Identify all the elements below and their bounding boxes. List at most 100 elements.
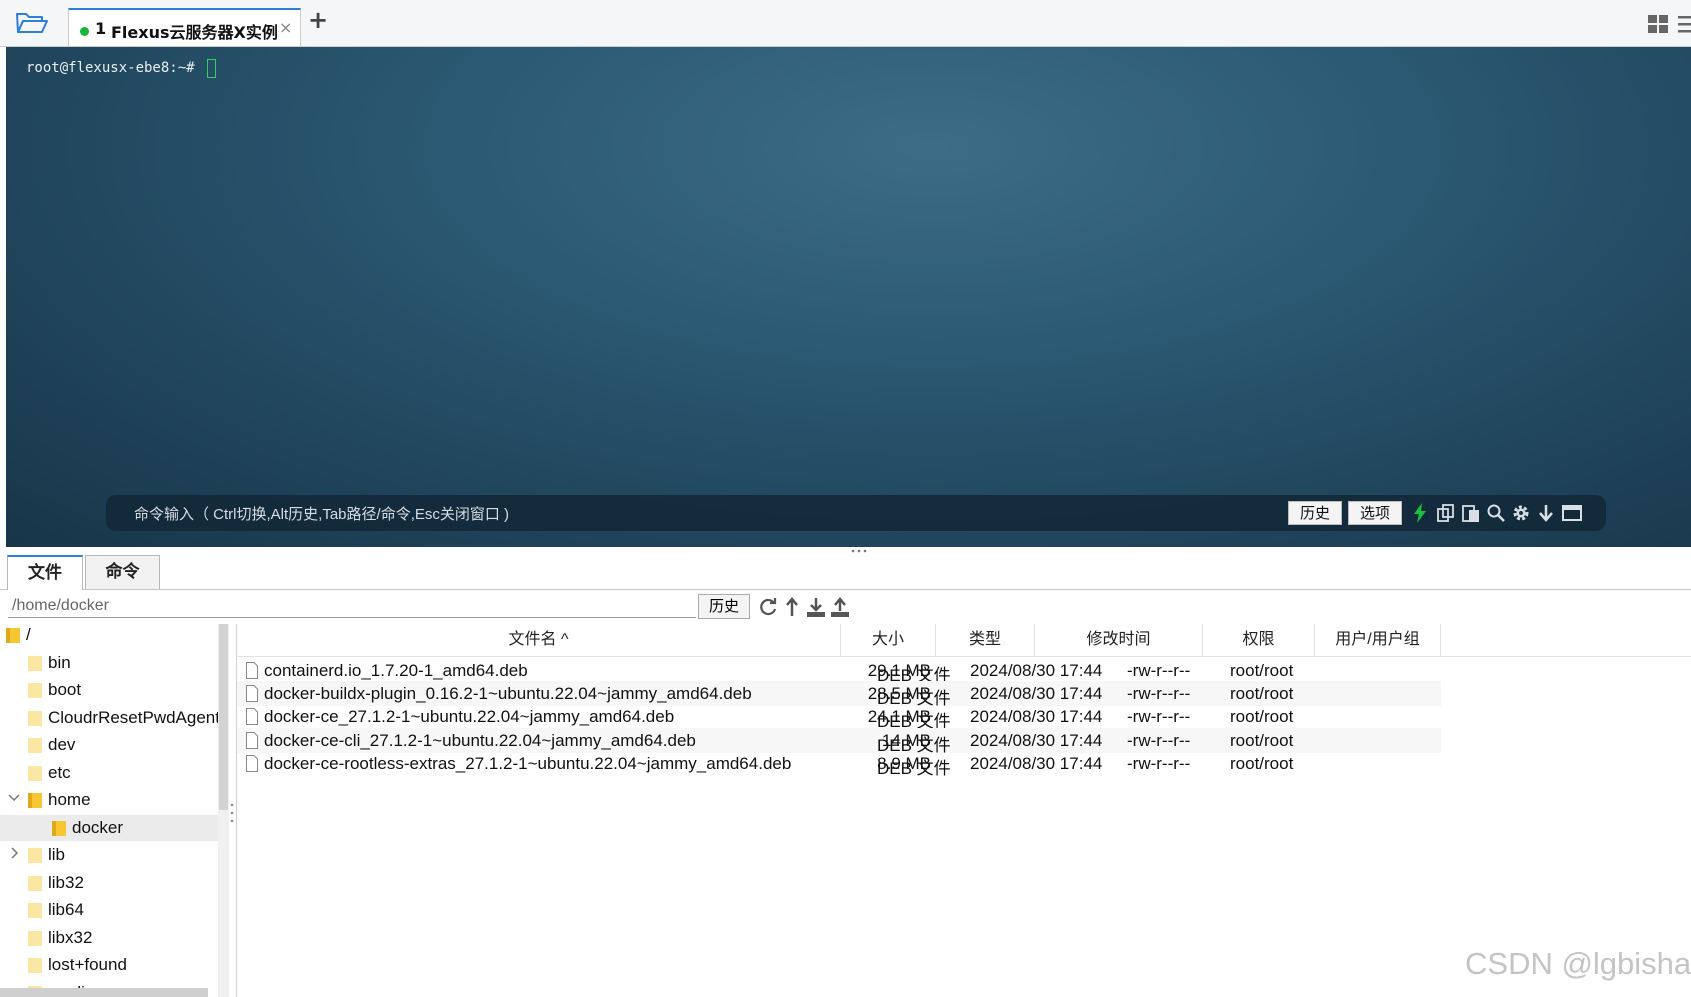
- folder-icon: [28, 654, 42, 672]
- command-input-bar: 历史 选项: [106, 495, 1606, 531]
- folder-icon: [28, 901, 42, 919]
- cell-mtime: 2024/08/30 17:44: [970, 753, 1103, 773]
- up-dir-icon[interactable]: [782, 596, 802, 618]
- tree-item[interactable]: dev: [0, 732, 218, 758]
- tree-item[interactable]: home: [0, 787, 218, 813]
- column-header-permissions[interactable]: 权限: [1203, 624, 1315, 656]
- tree-item-label: libx32: [48, 927, 93, 947]
- paste-icon[interactable]: [1461, 503, 1481, 523]
- cell-name: docker-buildx-plugin_0.16.2-1~ubuntu.22.…: [264, 684, 752, 704]
- cell-perm: -rw-r--r--: [1127, 661, 1191, 680]
- column-header-type[interactable]: 类型: [936, 624, 1035, 656]
- cell-perm: -rw-r--r--: [1127, 707, 1191, 727]
- cell-name: docker-ce-cli_27.1.2-1~ubuntu.22.04~jamm…: [264, 730, 696, 750]
- cell-name: containerd.io_1.7.20-1_amd64.deb: [264, 661, 528, 680]
- tree-item-label: lib: [48, 845, 66, 864]
- tree-item-label: /: [26, 625, 31, 644]
- cell-owner: root/root: [1230, 661, 1294, 680]
- download-arrow-icon[interactable]: [1536, 503, 1556, 523]
- path-history-button[interactable]: 历史: [698, 594, 750, 619]
- cell-perm: -rw-r--r--: [1127, 753, 1191, 773]
- tab-title: Flexus云服务器X实例: [111, 23, 278, 42]
- session-tab[interactable]: 1 Flexus云服务器X实例 ×: [68, 8, 301, 46]
- terminal-area[interactable]: root@flexusx-ebe8:~# 历史 选项: [6, 47, 1691, 547]
- layout-grid-icon[interactable]: [1648, 15, 1668, 33]
- close-icon[interactable]: ×: [279, 18, 292, 37]
- folder-icon: [28, 874, 42, 892]
- watermark: CSDN @lgbisha: [1465, 946, 1691, 981]
- tree-horizontal-scrollbar[interactable]: [0, 988, 208, 997]
- column-header-owner[interactable]: 用户/用户组: [1315, 624, 1441, 656]
- tree-item[interactable]: bin: [0, 650, 218, 676]
- search-icon[interactable]: [1486, 503, 1506, 523]
- cell-mtime: 2024/08/30 17:44: [970, 684, 1103, 704]
- upload-icon[interactable]: [830, 596, 850, 618]
- column-header-size[interactable]: 大小: [841, 624, 936, 656]
- file-icon: [246, 708, 258, 726]
- column-header-name[interactable]: 文件名 ^: [237, 624, 841, 656]
- path-input[interactable]: [8, 594, 696, 618]
- file-icon: [246, 662, 258, 679]
- folder-icon: [28, 764, 42, 782]
- folder-icon: [52, 819, 66, 837]
- cell-owner: root/root: [1230, 707, 1294, 727]
- tree-splitter-handle[interactable]: [230, 800, 234, 826]
- gear-icon[interactable]: [1511, 503, 1531, 523]
- add-tab-button[interactable]: +: [308, 8, 328, 32]
- tree-item[interactable]: lib: [0, 842, 218, 868]
- chevron-down-icon[interactable]: [8, 791, 20, 805]
- tree-item-label: CloudrResetPwdAgent: [48, 707, 218, 727]
- tree-item-label: etc: [48, 762, 71, 782]
- command-input[interactable]: [132, 503, 1286, 525]
- table-row[interactable]: docker-ce-rootless-extras_27.1.2-1~ubunt…: [237, 751, 1441, 778]
- tree-item-label: bin: [48, 652, 71, 672]
- command-options-button[interactable]: 选项: [1348, 501, 1402, 525]
- open-folder-icon[interactable]: [14, 10, 50, 36]
- tree-item[interactable]: CloudrResetPwdAgent: [0, 705, 218, 731]
- terminal-prompt: root@flexusx-ebe8:~#: [26, 60, 195, 76]
- tree-item[interactable]: etc: [0, 760, 218, 786]
- table-header: 文件名 ^ 大小 类型 修改时间 权限 用户/用户组: [237, 624, 1691, 657]
- tree-item[interactable]: lib32: [0, 870, 218, 896]
- command-history-button[interactable]: 历史: [1288, 501, 1342, 525]
- tree-item[interactable]: /: [0, 624, 218, 648]
- maximize-icon[interactable]: [1562, 503, 1582, 523]
- tab-commands[interactable]: 命令: [85, 555, 160, 589]
- tab-bar: 1 Flexus云服务器X实例 × +: [0, 0, 1691, 47]
- cell-name: docker-ce_27.1.2-1~ubuntu.22.04~jammy_am…: [264, 707, 675, 727]
- file-icon: [246, 685, 258, 703]
- tree-item-label: lost+found: [48, 955, 127, 974]
- table-row[interactable]: docker-ce_27.1.2-1~ubuntu.22.04~jammy_am…: [237, 704, 1441, 731]
- cell-owner: root/root: [1230, 730, 1294, 750]
- cell-owner: root/root: [1230, 684, 1294, 704]
- tree-item[interactable]: docker: [0, 814, 218, 841]
- tree-item[interactable]: boot: [0, 677, 218, 703]
- download-icon[interactable]: [806, 596, 826, 618]
- folder-icon: [28, 709, 42, 727]
- directory-tree: / bin boot CloudrResetPwdAgent dev etc home doc…: [0, 624, 218, 997]
- table-row[interactable]: docker-ce-cli_27.1.2-1~ubuntu.22.04~jamm…: [237, 727, 1441, 755]
- table-row[interactable]: containerd.io_1.7.20-1_amd64.deb 29.1 MB D…: [237, 658, 1441, 685]
- table-row[interactable]: docker-buildx-plugin_0.16.2-1~ubuntu.22.…: [237, 681, 1441, 708]
- tree-item-label: docker: [72, 817, 124, 837]
- file-icon: [246, 731, 258, 749]
- lightning-icon[interactable]: [1410, 503, 1430, 523]
- tab-files[interactable]: 文件: [7, 555, 83, 590]
- panel-splitter-handle[interactable]: [850, 548, 868, 554]
- cell-perm: -rw-r--r--: [1127, 684, 1191, 704]
- tree-item[interactable]: libx32: [0, 925, 218, 951]
- copy-icon[interactable]: [1436, 503, 1456, 523]
- menu-icon[interactable]: [1678, 15, 1691, 33]
- panel-tabs: 文件 命令: [0, 555, 1691, 590]
- tree-item[interactable]: lost+found: [0, 952, 218, 978]
- cell-name: docker-ce-rootless-extras_27.1.2-1~ubunt…: [264, 753, 792, 773]
- folder-icon: [28, 929, 42, 947]
- tree-item-label: boot: [48, 680, 82, 699]
- tab-number: 1: [95, 19, 107, 38]
- chevron-right-icon[interactable]: [8, 846, 20, 860]
- tree-scrollbar-thumb[interactable]: [219, 624, 228, 810]
- column-header-mtime[interactable]: 修改时间: [1035, 624, 1203, 656]
- tree-item-label: home: [48, 790, 91, 809]
- refresh-icon[interactable]: [758, 596, 778, 618]
- tree-item[interactable]: lib64: [0, 897, 218, 923]
